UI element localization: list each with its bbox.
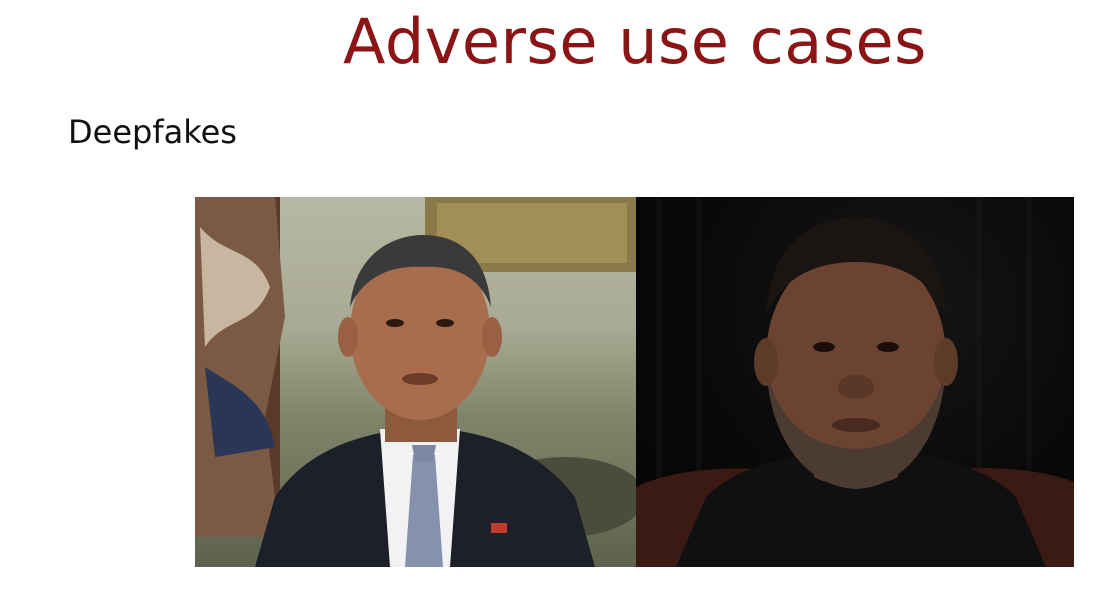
video-frame[interactable]: [195, 197, 1074, 567]
slide-title: Adverse use cases: [343, 5, 927, 78]
right-video-image: [636, 197, 1074, 567]
slide: Adverse use cases Deepfakes: [0, 0, 1119, 595]
right-video-panel: [636, 197, 1074, 567]
left-video-panel: [195, 197, 636, 567]
left-video-image: [195, 197, 636, 567]
slide-subtitle: Deepfakes: [68, 113, 237, 151]
